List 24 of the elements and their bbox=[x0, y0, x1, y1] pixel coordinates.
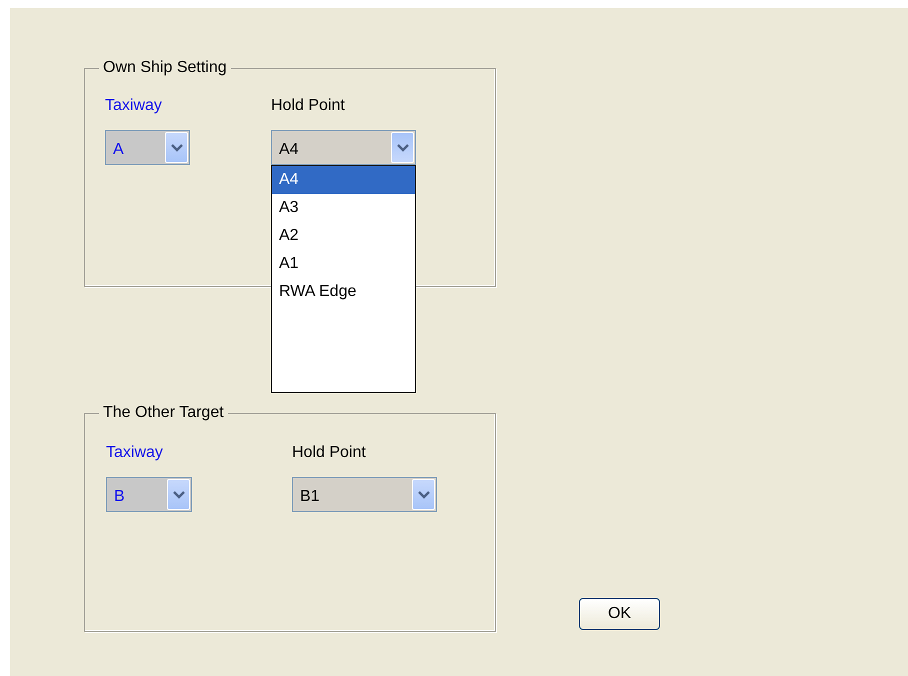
group-title: The Other Target bbox=[102, 404, 225, 422]
dropdown-arrow-button[interactable] bbox=[412, 479, 435, 510]
chevron-down-icon bbox=[418, 490, 430, 498]
dropdown[interactable]: B bbox=[106, 477, 192, 512]
dropdown-arrow-button[interactable] bbox=[391, 132, 414, 163]
ok-button[interactable]: OK bbox=[579, 598, 660, 630]
dropdown[interactable]: B1 bbox=[292, 477, 437, 512]
hold-point-label: Hold Point bbox=[271, 97, 346, 115]
taxiway-label: Taxiway bbox=[106, 444, 164, 462]
hold-point-label: Hold Point bbox=[292, 444, 367, 462]
dropdown[interactable]: A bbox=[105, 130, 190, 165]
dropdown-option[interactable]: A1 bbox=[272, 250, 415, 278]
dropdown-option[interactable]: RWA Edge bbox=[272, 278, 415, 306]
dropdown-option[interactable]: A3 bbox=[272, 194, 415, 222]
dropdown-arrow-button[interactable] bbox=[167, 479, 190, 510]
dropdown-option[interactable]: A4 bbox=[272, 166, 415, 194]
dropdown-option[interactable]: A2 bbox=[272, 222, 415, 250]
dropdown-arrow-button[interactable] bbox=[165, 132, 188, 163]
group-title: Own Ship Setting bbox=[102, 59, 228, 77]
chevron-down-icon bbox=[170, 144, 182, 152]
taxiway-label: Taxiway bbox=[105, 97, 163, 115]
chevron-down-icon bbox=[396, 144, 408, 152]
dropdown[interactable]: A4 bbox=[271, 130, 416, 165]
chevron-down-icon bbox=[172, 490, 184, 498]
